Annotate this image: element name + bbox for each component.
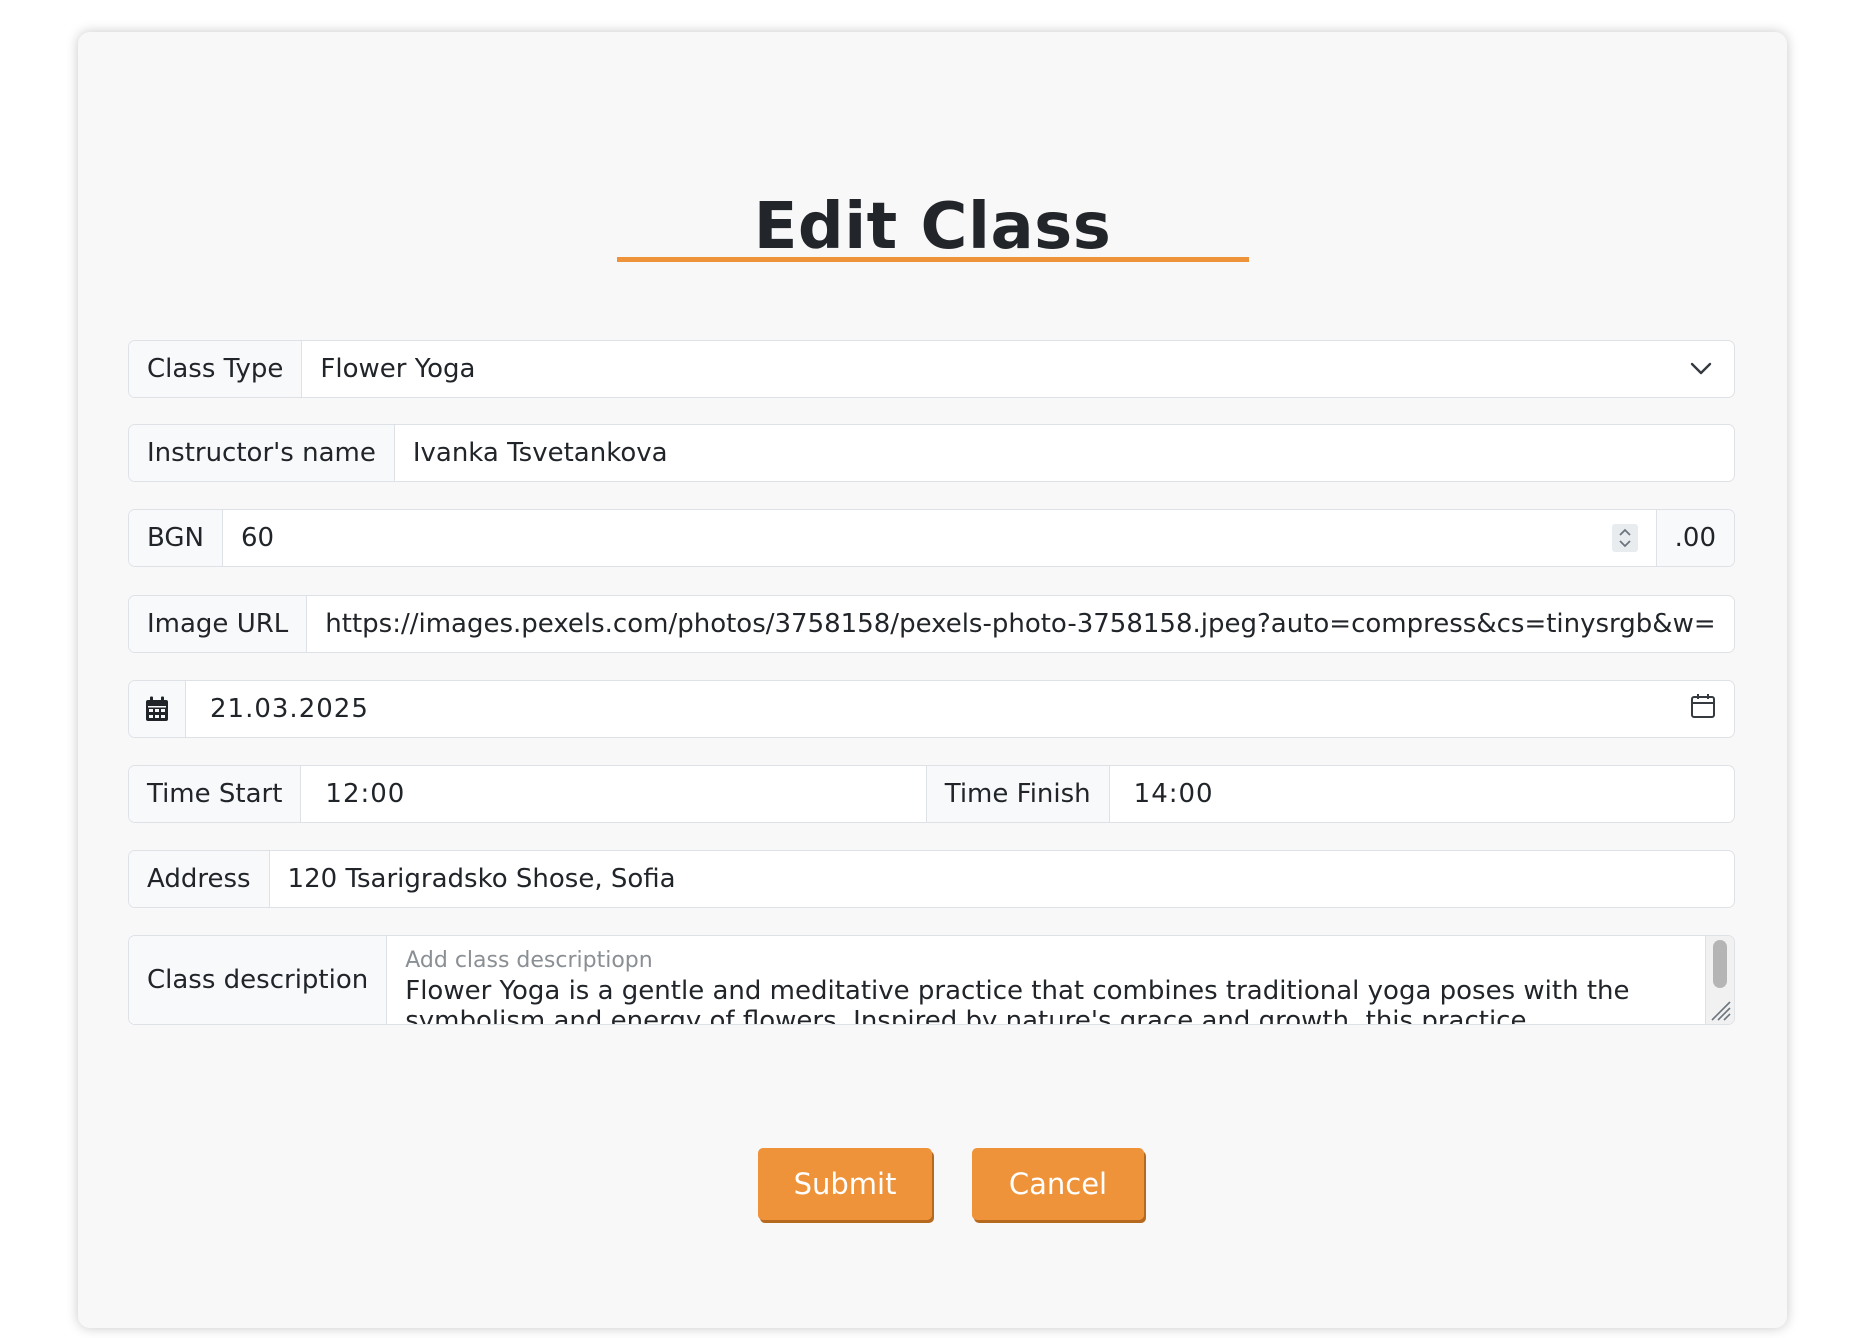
resize-grip-icon[interactable] <box>1708 998 1732 1022</box>
time-finish-label: Time Finish <box>925 766 1110 822</box>
address-label: Address <box>129 851 270 907</box>
instructor-label: Instructor's name <box>129 425 395 481</box>
image-url-label: Image URL <box>129 596 308 652</box>
description-textarea[interactable]: Add class descriptiopn Flower Yoga is a … <box>387 936 1734 1024</box>
address-value: 120 Tsarigradsko Shose, Sofia <box>287 864 676 894</box>
time-finish-value: 14:00 <box>1133 779 1214 809</box>
class-type-label: Class Type <box>129 341 303 397</box>
time-start-label: Time Start <box>129 766 302 822</box>
number-spinner-icon[interactable] <box>1611 524 1638 552</box>
instructor-group: Instructor's name Ivanka Tsvetankova <box>128 424 1735 482</box>
class-type-select[interactable]: Flower Yoga <box>302 341 1734 397</box>
price-group: BGN 60 .00 <box>128 509 1735 567</box>
description-group: Class description Add class descriptiopn… <box>128 935 1735 1025</box>
date-input[interactable]: 21.03.2025 <box>186 681 1734 737</box>
description-placeholder: Add class descriptiopn <box>405 948 653 973</box>
image-url-group: Image URL https://images.pexels.com/phot… <box>128 595 1735 653</box>
title-underline <box>617 257 1249 262</box>
date-group: 21.03.2025 <box>128 680 1735 738</box>
description-text: Flower Yoga is a gentle and meditative p… <box>405 976 1630 1024</box>
scrollbar-thumb[interactable] <box>1713 940 1727 988</box>
date-value: 21.03.2025 <box>210 694 369 724</box>
instructor-input[interactable]: Ivanka Tsvetankova <box>395 425 1734 481</box>
chevron-down-icon <box>1686 354 1716 384</box>
time-finish-input[interactable]: 14:00 <box>1110 766 1734 822</box>
cancel-button[interactable]: Cancel <box>972 1148 1144 1220</box>
instructor-value: Ivanka Tsvetankova <box>412 438 668 468</box>
price-decimal-suffix: .00 <box>1655 510 1734 566</box>
class-type-group: Class Type Flower Yoga <box>128 340 1735 398</box>
address-group: Address 120 Tsarigradsko Shose, Sofia <box>128 850 1735 908</box>
price-input[interactable]: 60 <box>223 510 1656 566</box>
calendar-outline-icon[interactable] <box>1690 693 1716 726</box>
class-type-value: Flower Yoga <box>320 354 476 384</box>
currency-label: BGN <box>129 510 223 566</box>
calendar-icon <box>129 681 186 737</box>
price-value: 60 <box>240 523 275 553</box>
edit-class-card: Edit Class Class Type Flower Yoga Instru… <box>78 32 1787 1328</box>
time-group: Time Start 12:00 Time Finish 14:00 <box>128 765 1735 823</box>
address-input[interactable]: 120 Tsarigradsko Shose, Sofia <box>270 851 1734 907</box>
image-url-input[interactable]: https://images.pexels.com/photos/3758158… <box>307 596 1734 652</box>
submit-button[interactable]: Submit <box>758 1148 932 1220</box>
description-label: Class description <box>129 936 388 1024</box>
image-url-value: https://images.pexels.com/photos/3758158… <box>325 609 1716 639</box>
time-start-value: 12:00 <box>325 779 406 809</box>
time-start-input[interactable]: 12:00 <box>301 766 925 822</box>
